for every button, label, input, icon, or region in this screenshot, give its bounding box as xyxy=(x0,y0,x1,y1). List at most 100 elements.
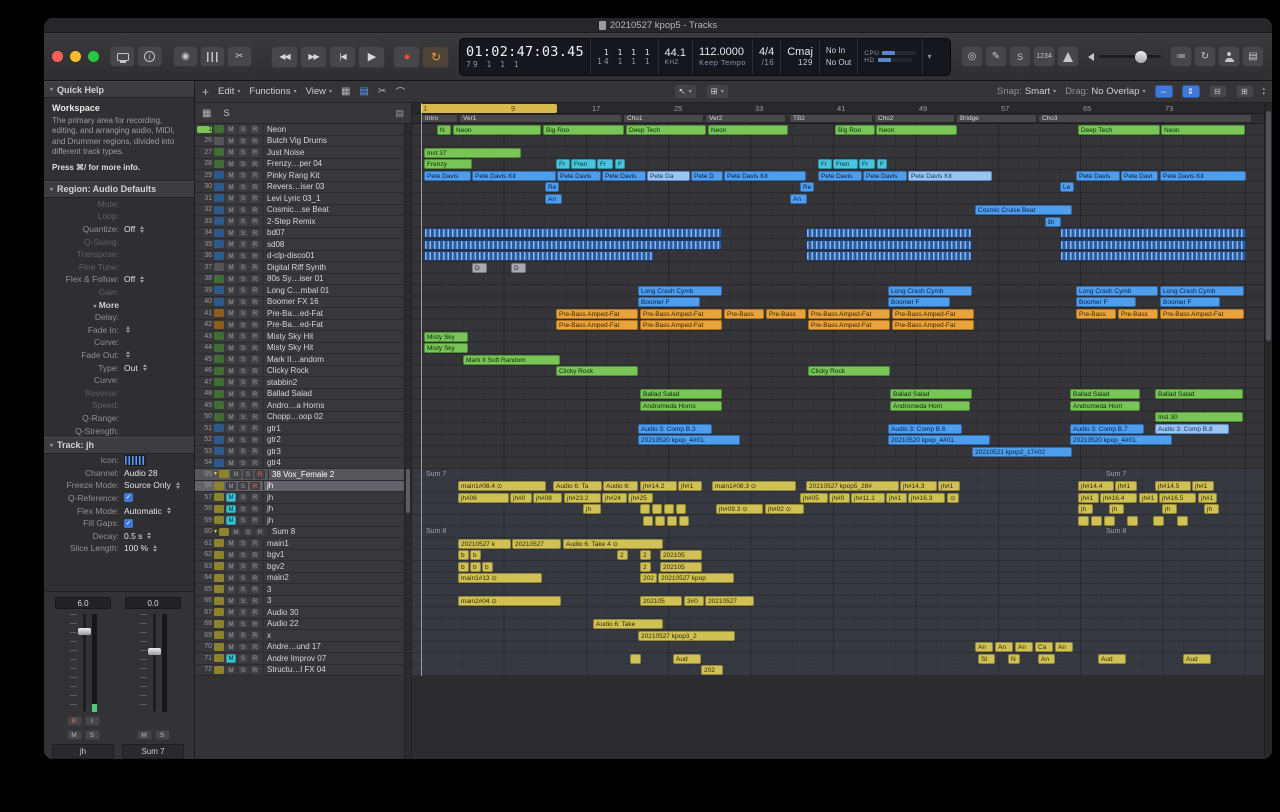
region[interactable]: Pete Davis Kit xyxy=(472,171,556,181)
track-mute-button[interactable]: M xyxy=(226,298,236,307)
disclosure-triangle-icon[interactable]: ▾ xyxy=(214,529,217,535)
region[interactable]: Cosmic Cruise Beat xyxy=(975,205,1072,215)
region[interactable]: Deep Tech xyxy=(626,125,706,135)
track-row[interactable]: 67MSRAudio 30 xyxy=(195,607,411,619)
region[interactable] xyxy=(424,240,722,250)
track-mute-button[interactable]: M xyxy=(226,217,236,226)
region[interactable]: b xyxy=(470,550,481,560)
fader-knob[interactable] xyxy=(148,648,161,655)
rewind-button[interactable]: ◀◀ xyxy=(271,46,298,68)
track-mute-button[interactable]: M xyxy=(226,286,236,295)
field-value[interactable]: ✓ xyxy=(124,493,133,502)
region[interactable]: Inst 37 xyxy=(424,148,521,158)
track-solo-button[interactable]: S xyxy=(238,298,248,307)
track-row[interactable]: 34MSRbd07 xyxy=(195,228,411,240)
region[interactable]: 20210527 kpop3_2 xyxy=(638,631,735,641)
track-row[interactable]: 35MSRsd08 xyxy=(195,239,411,251)
track-mute-button[interactable]: M xyxy=(226,160,236,169)
track-waveform-icon[interactable] xyxy=(124,455,146,466)
region[interactable]: 2 xyxy=(617,550,628,560)
region[interactable] xyxy=(1177,516,1188,526)
track-solo-button[interactable]: S xyxy=(238,643,248,652)
region[interactable]: D xyxy=(511,263,526,273)
region[interactable] xyxy=(643,516,653,526)
track-record-button[interactable]: R xyxy=(250,263,260,272)
region[interactable] xyxy=(806,240,972,250)
track-mute-button[interactable]: M xyxy=(231,470,241,479)
region[interactable]: 202105 xyxy=(640,596,682,606)
track-record-button[interactable]: R xyxy=(250,447,260,456)
track-mute-button[interactable]: M xyxy=(226,321,236,330)
track-row[interactable]: 31MSRLevi Lyric 03_1 xyxy=(195,193,411,205)
track-mute-button[interactable]: M xyxy=(226,424,236,433)
region[interactable]: Pre-Bass xyxy=(766,309,806,319)
region[interactable] xyxy=(667,516,677,526)
track-solo-button[interactable]: S xyxy=(238,252,248,261)
split-button[interactable]: ✂ xyxy=(378,86,386,97)
region[interactable]: Aud xyxy=(673,654,701,664)
region[interactable]: Fr xyxy=(859,159,875,169)
track-solo-button[interactable]: S xyxy=(238,390,248,399)
region[interactable]: Andromeda Horns xyxy=(640,401,722,411)
vertical-zoom-slider[interactable]: ⊞ xyxy=(1236,85,1254,98)
region[interactable] xyxy=(806,251,972,261)
track-row[interactable]: 71MSRAndre Improv 07 xyxy=(195,653,411,665)
region[interactable]: Pete Davis xyxy=(424,171,471,181)
region[interactable]: jh#16.4 xyxy=(1100,493,1137,503)
region[interactable]: jh#14.3 xyxy=(900,481,937,491)
catch-playhead-button[interactable]: ▤ xyxy=(360,86,369,97)
snap-menu[interactable]: Snap:Smart▾ xyxy=(997,86,1056,97)
track-solo-button[interactable]: S xyxy=(238,493,248,502)
track-mute-button[interactable]: M xyxy=(226,574,236,583)
vertical-zoom-button[interactable]: ⇕ xyxy=(1182,85,1200,98)
region[interactable]: Neon xyxy=(453,125,541,135)
region[interactable]: 20210521 kpop2_17#02 xyxy=(972,447,1072,457)
apple-loops-button[interactable]: ↻ xyxy=(1194,46,1216,67)
region[interactable]: Pre-Bass Amped-Fat xyxy=(640,320,722,330)
track-solo-button[interactable]: S xyxy=(238,286,248,295)
track-record-button[interactable]: R xyxy=(250,482,260,491)
field-value[interactable]: Out xyxy=(124,363,147,373)
region[interactable]: jh#1 xyxy=(1115,481,1137,491)
arrangement-marker[interactable]: TB2 xyxy=(789,114,873,123)
region[interactable]: Pete Davis Kit xyxy=(908,171,992,181)
track-mute-button[interactable]: M xyxy=(226,252,236,261)
vertical-scrollbar[interactable] xyxy=(1264,103,1272,759)
region[interactable]: Re xyxy=(545,182,559,192)
region[interactable]: Inst 30 xyxy=(1155,412,1243,422)
region[interactable]: 2 xyxy=(640,562,651,572)
region[interactable]: jh#16.3 xyxy=(908,493,945,503)
region[interactable]: Clicky Rock xyxy=(808,366,890,376)
track-row[interactable]: 52MSRgtr2 xyxy=(195,435,411,447)
arrangement-marker[interactable]: Cho2 xyxy=(874,114,955,123)
functions-menu[interactable]: Functions▾ xyxy=(249,86,296,97)
track-solo-button[interactable]: S xyxy=(238,344,248,353)
track-row[interactable]: 30MSRRevers…iser 03 xyxy=(195,182,411,194)
track-solo-button[interactable]: S xyxy=(238,125,248,134)
grid-button[interactable]: ▦ xyxy=(341,86,350,97)
stepper-icon[interactable] xyxy=(153,545,157,552)
disclosure-triangle-icon[interactable]: ▾ xyxy=(214,471,217,477)
track-record-button[interactable]: R xyxy=(250,240,260,249)
region[interactable]: Boomer F xyxy=(1160,297,1220,307)
track-zoom-gutter[interactable] xyxy=(404,124,411,759)
checkbox-checked-icon[interactable]: ✓ xyxy=(124,493,133,502)
track-mute-button[interactable]: M xyxy=(226,516,236,525)
lcd-display[interactable]: 01:02:47:03.45 79 1 1 1 1 1 1 1 14 1 1 1… xyxy=(459,38,951,76)
region[interactable]: 20210527 xyxy=(512,539,561,549)
track-record-button[interactable]: R xyxy=(250,275,260,284)
track-solo-button[interactable]: S xyxy=(238,574,248,583)
track-row[interactable]: 48MSRBallad Salad xyxy=(195,389,411,401)
global-tracks-button[interactable]: ▦ xyxy=(202,108,211,119)
track-configuration-icon[interactable]: ▤ xyxy=(395,108,404,119)
track-solo-button[interactable]: S xyxy=(238,240,248,249)
region[interactable]: Boomer F xyxy=(1076,297,1136,307)
region[interactable]: Andromeda Horn xyxy=(1070,401,1140,411)
track-solo-button[interactable]: S xyxy=(238,413,248,422)
track-record-button[interactable]: R xyxy=(250,608,260,617)
region[interactable]: jh#1 xyxy=(938,481,960,491)
region[interactable]: ⊙ xyxy=(947,493,959,503)
track-solo-button[interactable]: S xyxy=(238,194,248,203)
track-record-button[interactable]: R xyxy=(250,516,260,525)
track-record-button[interactable]: R xyxy=(250,148,260,157)
